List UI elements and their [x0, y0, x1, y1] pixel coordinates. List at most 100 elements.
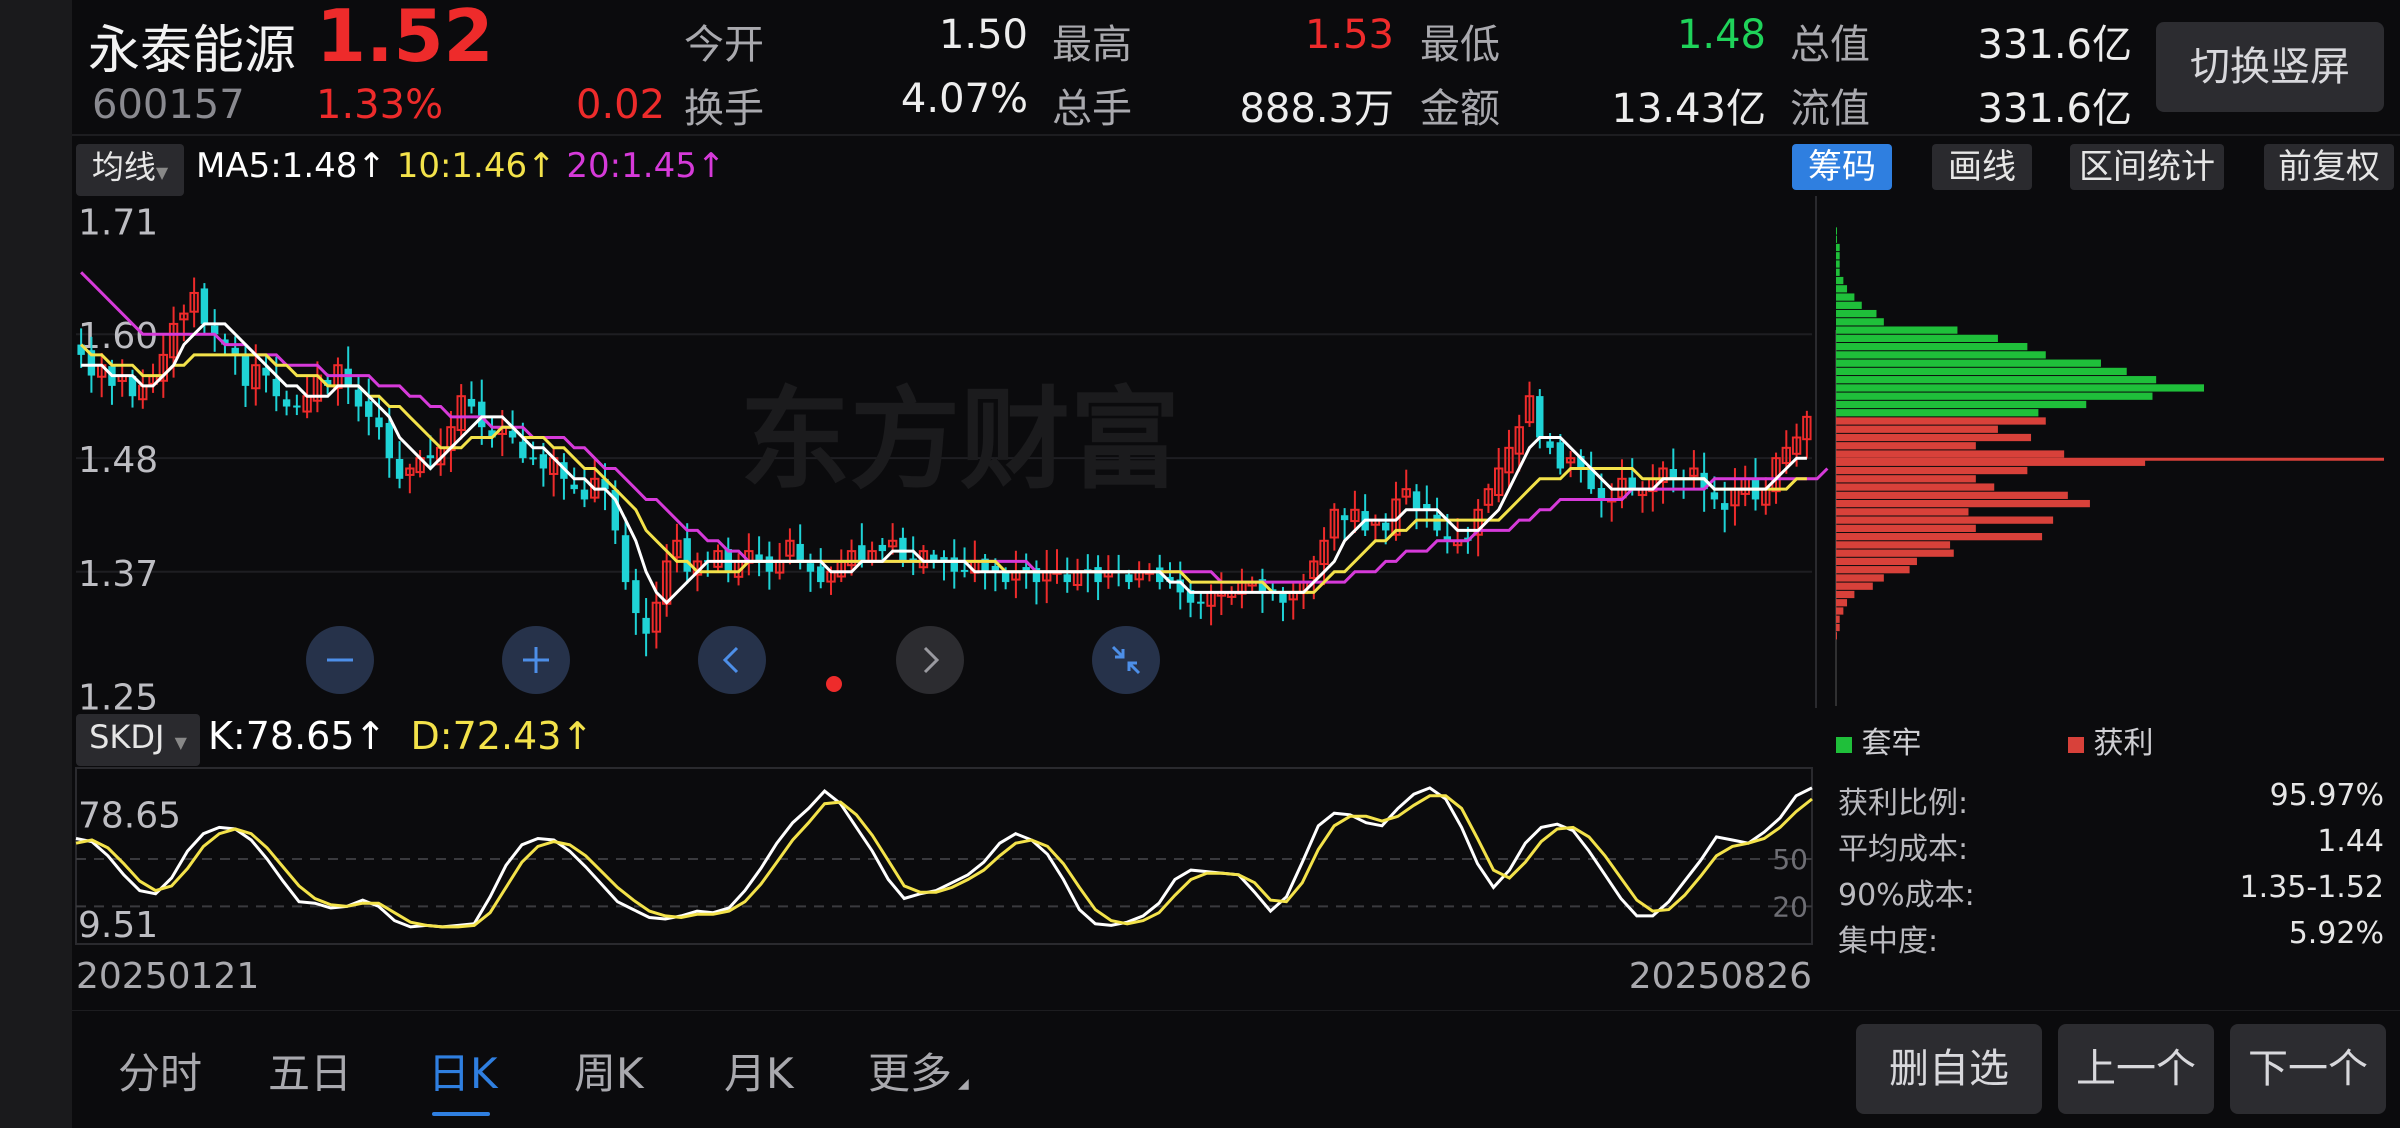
candle-body: [817, 566, 825, 583]
candle: [1452, 518, 1463, 554]
candle: [755, 536, 763, 577]
chip-bar: [1836, 425, 1998, 433]
chip-bar: [1836, 343, 2028, 351]
candle: [365, 378, 373, 436]
candle: [1637, 481, 1648, 513]
chip-stat-value-2: 1.44: [2317, 824, 2384, 859]
candle: [1197, 593, 1205, 619]
collapse-icon: [1111, 645, 1141, 675]
chip-bar: [1836, 566, 1910, 574]
tab-4[interactable]: 周K: [574, 1040, 644, 1101]
chip-bar: [1836, 235, 1837, 243]
candle: [1063, 557, 1071, 593]
divider: [72, 1010, 2400, 1011]
candle-body: [395, 458, 404, 479]
candle: [1669, 448, 1678, 493]
chip-bar: [1836, 326, 1958, 334]
candle-body: [272, 378, 281, 397]
indicator-selector-kdj[interactable]: SKDJ ▼: [76, 714, 200, 766]
candle: [467, 381, 476, 414]
candle: [1802, 410, 1812, 459]
active-tab-underline: [432, 1112, 490, 1116]
chip-bar: [1836, 409, 2039, 417]
candle: [1166, 562, 1174, 589]
candle: [580, 469, 589, 508]
previous-stock-button[interactable]: 上一个: [2058, 1024, 2214, 1114]
candle: [940, 550, 948, 581]
candle: [1247, 576, 1257, 593]
kdj-left-tick: 78.65: [78, 796, 181, 837]
candle: [1329, 503, 1340, 551]
zoom-out-icon: [327, 658, 353, 662]
chip-bar: [1836, 276, 1844, 285]
chip-bar: [1836, 392, 2153, 400]
candle: [1094, 555, 1102, 601]
candle-body: [1094, 567, 1102, 583]
tab-3[interactable]: 日K: [428, 1040, 498, 1101]
candle-body: [621, 535, 630, 583]
candle-body: [858, 545, 866, 562]
candle: [179, 304, 189, 342]
tab-6[interactable]: 更多: [868, 1040, 952, 1101]
candle: [590, 456, 600, 503]
candle-body: [1536, 396, 1544, 438]
chip-bar: [1836, 483, 1995, 491]
collapse-button[interactable]: [1092, 626, 1160, 694]
chip-bar: [1836, 574, 1884, 582]
chip-bar: [1836, 376, 2157, 384]
candle: [560, 453, 568, 500]
scroll-right-button[interactable]: [896, 626, 964, 694]
candle-body: [1412, 491, 1421, 510]
chip-bar: [1836, 599, 1848, 607]
candle: [1226, 586, 1237, 605]
chip-bar: [1836, 351, 2046, 359]
tab-1[interactable]: 分时: [118, 1040, 202, 1101]
chip-bar: [1836, 508, 1969, 516]
zoom-in-button[interactable]: [502, 626, 570, 694]
price-chart[interactable]: 东方财富 1.711.601.481.371.25 78.659.515020 …: [0, 0, 2400, 1128]
chip-bar: [1836, 516, 2054, 524]
page-indicator-dot: [826, 676, 842, 692]
candle-body: [878, 544, 887, 552]
chip-bar: [1836, 466, 2028, 475]
y-tick-label: 1.48: [78, 440, 158, 481]
chip-bar: [1836, 590, 1855, 599]
dropdown-arrow-icon: ▼: [174, 733, 187, 752]
tab-2[interactable]: 五日: [268, 1040, 352, 1101]
candle: [1052, 549, 1062, 584]
chip-bar: [1836, 334, 1998, 343]
chip-bar: [1836, 549, 1954, 557]
tab-5[interactable]: 月K: [724, 1040, 794, 1101]
candle-body: [426, 455, 435, 459]
candle: [950, 539, 958, 589]
chip-bar: [1836, 367, 2127, 376]
candle: [1361, 494, 1369, 537]
chip-bar: [1836, 285, 1848, 293]
chip-bar: [1836, 450, 2065, 458]
kdj-y-ticks: 78.65 9.51 50 20: [78, 796, 1808, 946]
candle: [1134, 561, 1144, 588]
chip-bar: [1836, 491, 2068, 499]
next-stock-button[interactable]: 下一个: [2230, 1024, 2386, 1114]
candle: [1042, 549, 1052, 604]
chip-bar: [1836, 582, 1873, 590]
zoom-out-button[interactable]: [306, 626, 374, 694]
candle-body: [344, 368, 352, 386]
candle: [1032, 560, 1041, 605]
candle: [1206, 584, 1216, 626]
candle: [836, 549, 846, 583]
candle-body: [1340, 515, 1349, 521]
chevron-left-icon: [722, 646, 739, 674]
candle: [1072, 558, 1083, 591]
candle: [395, 441, 404, 489]
candle-body: [365, 401, 373, 417]
remove-favorite-button[interactable]: 删自选: [1856, 1024, 2042, 1114]
kdj-right-tick: 50: [1772, 843, 1808, 876]
chip-legend-loss: 套牢: [1836, 718, 1922, 762]
kdj-grid: [75, 767, 1813, 945]
candle-body: [200, 288, 209, 324]
scroll-left-button[interactable]: [698, 626, 766, 694]
chip-bar: [1836, 533, 2043, 541]
chip-bar: [1836, 260, 1840, 268]
candle-body: [570, 484, 578, 490]
